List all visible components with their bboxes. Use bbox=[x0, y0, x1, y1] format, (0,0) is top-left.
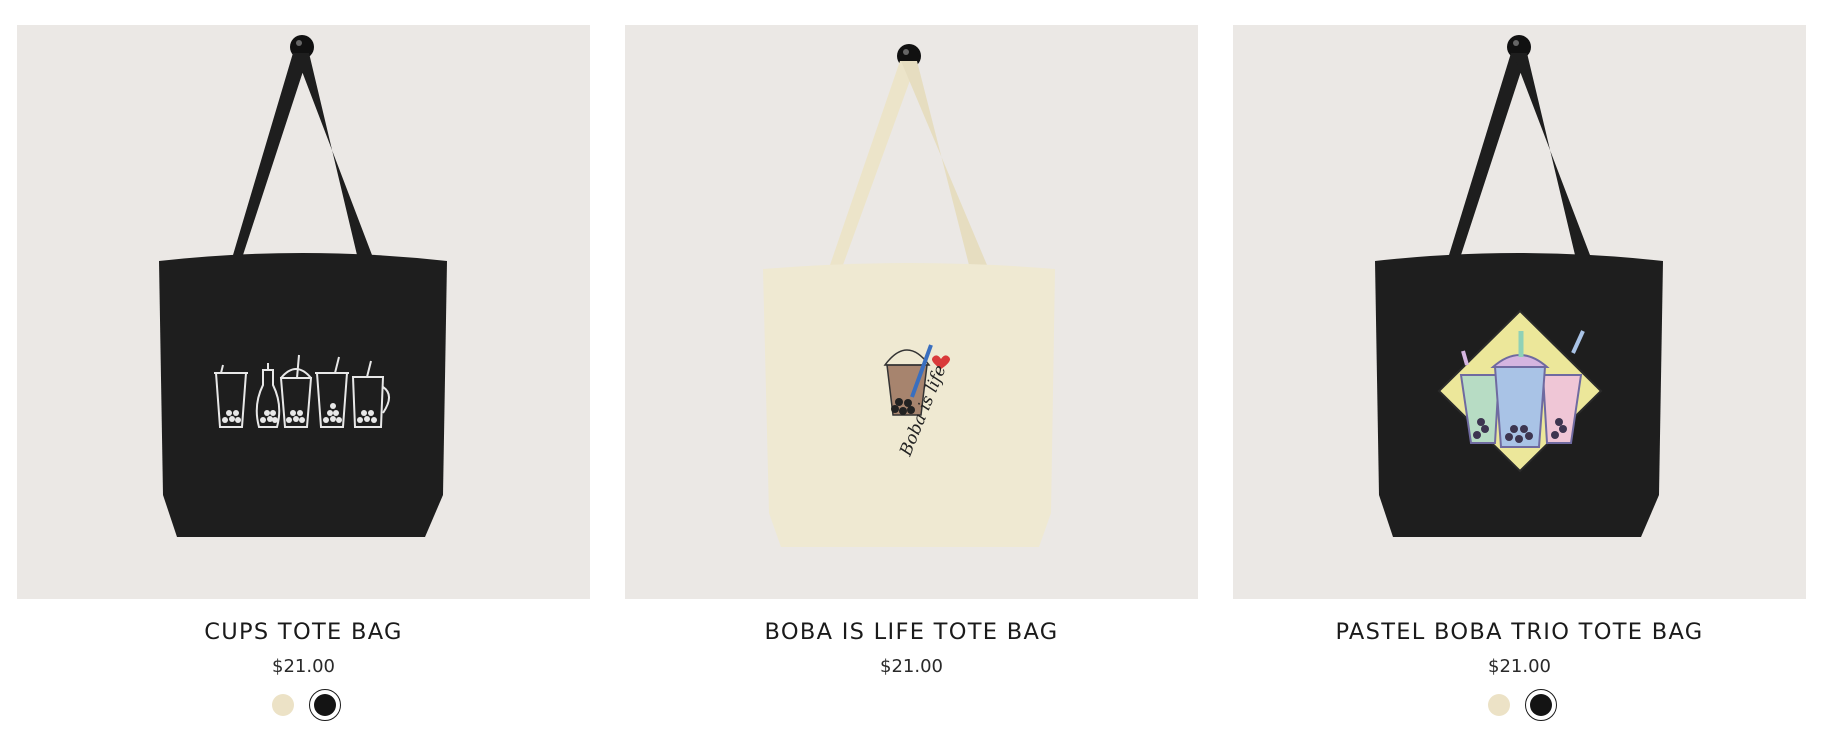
product-image[interactable]: Boba is life bbox=[625, 25, 1198, 599]
color-swatches bbox=[267, 689, 341, 721]
product-title[interactable]: PASTEL BOBA TRIO TOTE BAG bbox=[1336, 617, 1704, 647]
swatch-black-dot bbox=[1529, 694, 1552, 716]
swatch-black[interactable] bbox=[1524, 689, 1557, 721]
product-card-cups-tote[interactable]: CUPS TOTE BAG $21.00 bbox=[17, 25, 590, 721]
swatch-oyster-dot bbox=[271, 694, 294, 716]
product-grid: CUPS TOTE BAG $21.00 Boba is life BOBA I… bbox=[17, 25, 1806, 721]
product-price: $21.00 bbox=[272, 656, 335, 677]
swatch-black-dot bbox=[313, 694, 336, 716]
product-card-pastel-boba-trio-tote[interactable]: PASTEL BOBA TRIO TOTE BAG $21.00 bbox=[1233, 25, 1806, 721]
swatch-oyster[interactable] bbox=[1483, 689, 1515, 721]
product-title[interactable]: CUPS TOTE BAG bbox=[204, 617, 403, 647]
swatch-black[interactable] bbox=[308, 689, 341, 721]
swatch-oyster[interactable] bbox=[267, 689, 299, 721]
product-image[interactable] bbox=[17, 25, 590, 599]
swatch-oyster-dot bbox=[1487, 694, 1510, 716]
product-card-boba-is-life-tote[interactable]: Boba is life BOBA IS LIFE TOTE BAG $21.0… bbox=[625, 25, 1198, 721]
color-swatches bbox=[1483, 689, 1557, 721]
product-title[interactable]: BOBA IS LIFE TOTE BAG bbox=[764, 617, 1058, 647]
product-image[interactable] bbox=[1233, 25, 1806, 599]
product-price: $21.00 bbox=[1488, 656, 1551, 677]
product-price: $21.00 bbox=[880, 656, 943, 677]
